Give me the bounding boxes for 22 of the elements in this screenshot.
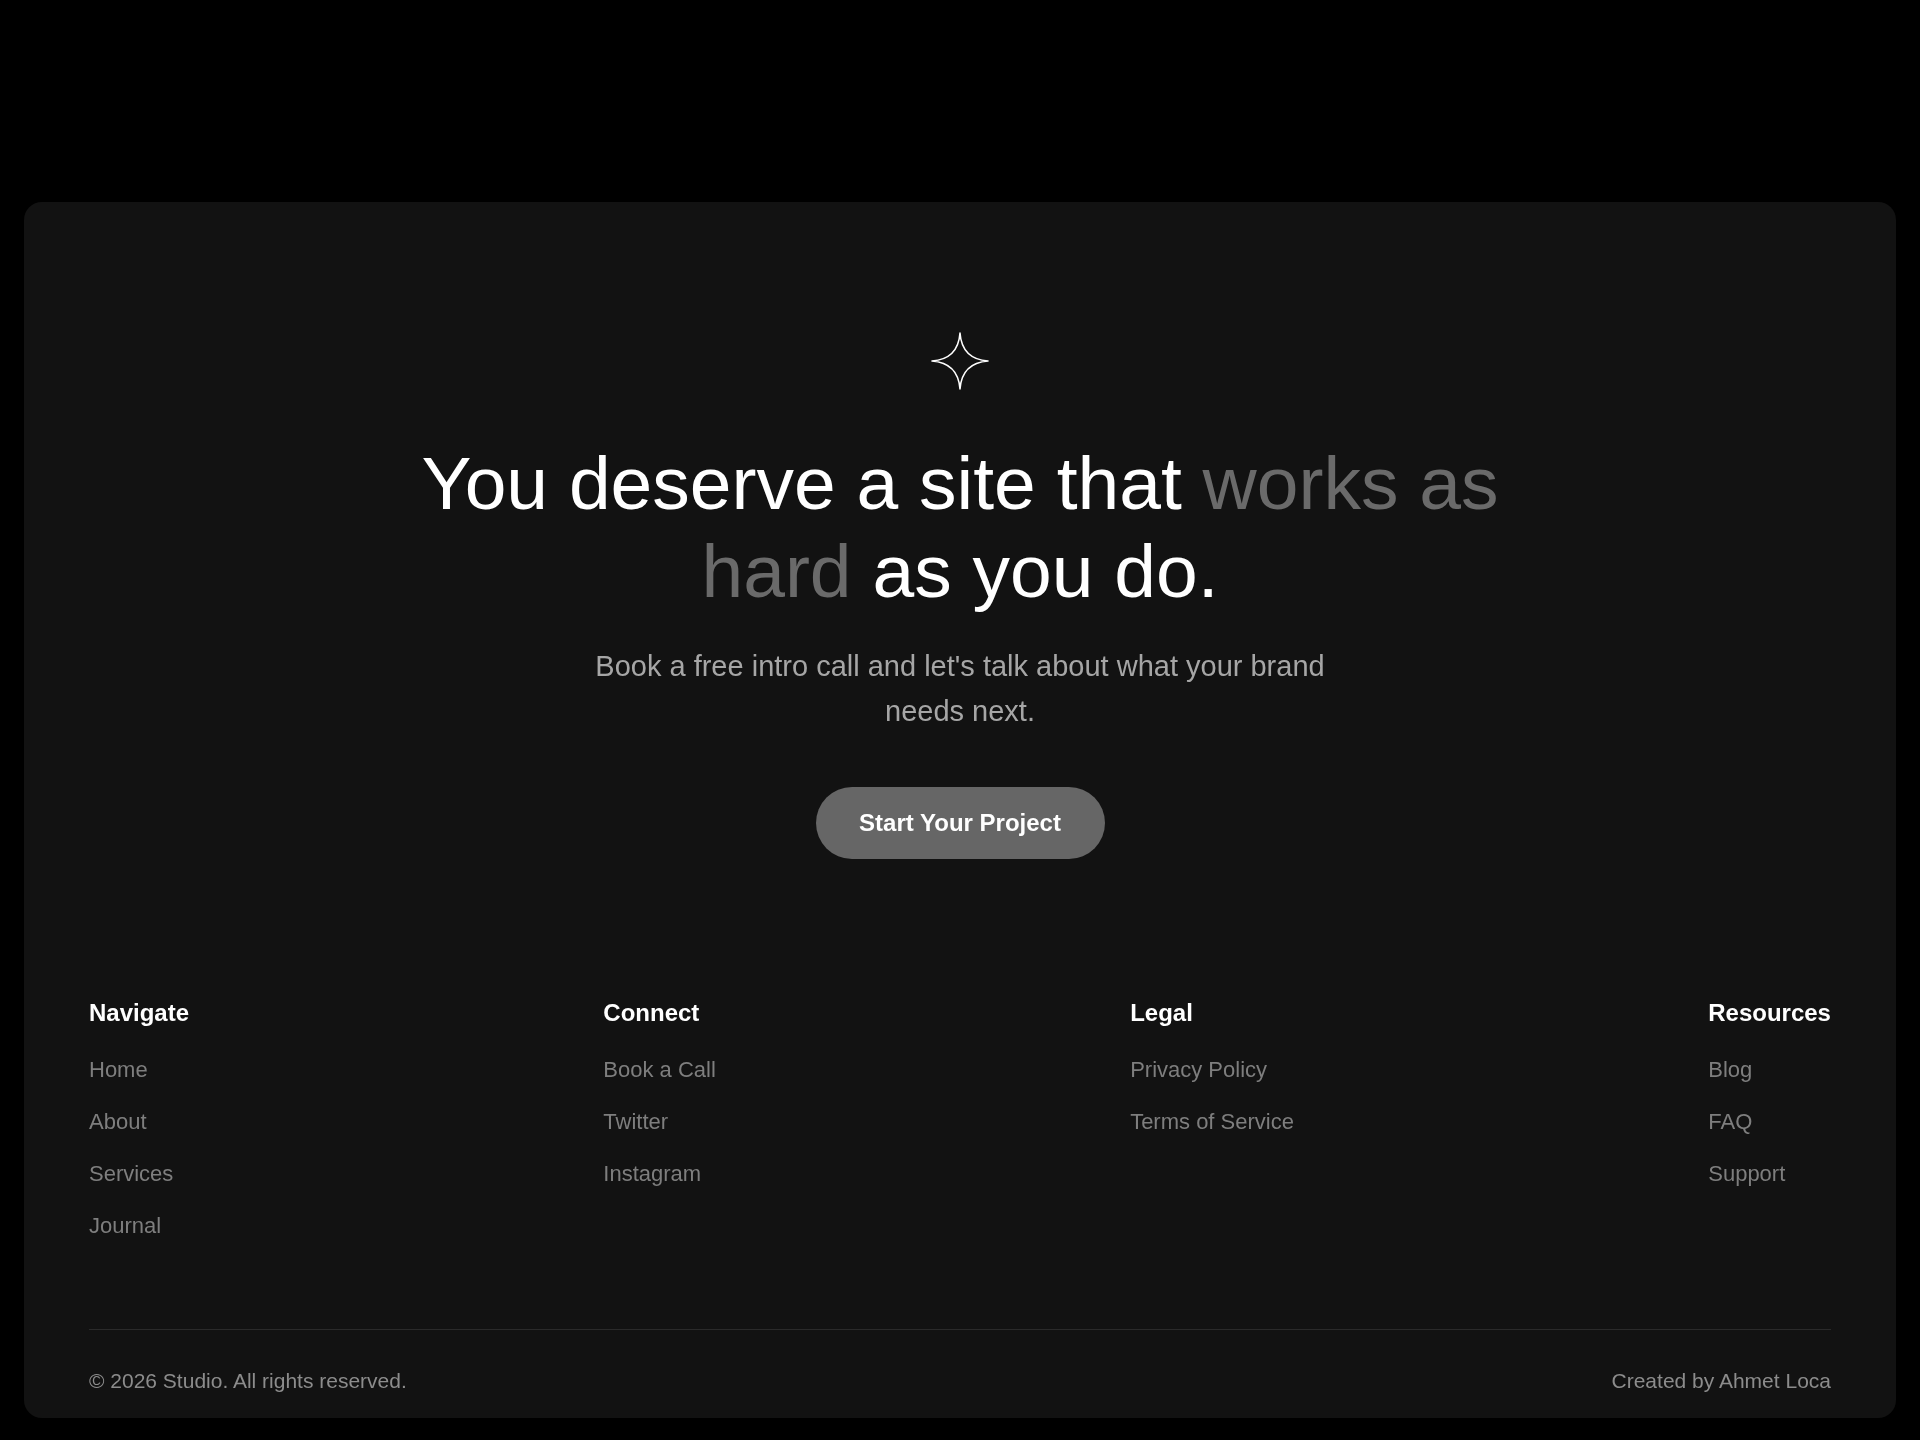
column-heading: Connect (603, 998, 701, 1028)
column-heading: Navigate (89, 998, 190, 1028)
copyright-text: © 2026 Studio. All rights reserved. (89, 1368, 407, 1394)
footer-link[interactable]: Twitter (603, 1107, 669, 1137)
footer-link[interactable]: Services (89, 1159, 174, 1189)
headline: You deserve a site that works as hard as you do. (420, 440, 1500, 615)
footer-link[interactable]: Home (89, 1055, 148, 1085)
footer-link[interactable]: Journal (89, 1211, 162, 1241)
footer-link[interactable]: Privacy Policy (1130, 1055, 1268, 1085)
footer-link[interactable]: FAQ (1708, 1107, 1753, 1137)
footer-link[interactable]: About (89, 1107, 147, 1137)
column-heading: Legal (1130, 998, 1194, 1028)
footer-link[interactable]: Book a Call (603, 1055, 716, 1085)
subtitle: Book a free intro call and let's talk about what your brand needs next. (594, 649, 1326, 729)
footer-link[interactable]: Instagram (603, 1159, 702, 1189)
sparkle-icon (931, 332, 989, 390)
footer-link[interactable]: Terms of Service (1130, 1107, 1294, 1137)
column-heading: Resources (1708, 998, 1831, 1028)
credit-text: Created by Ahmet Loca (1611, 1368, 1831, 1394)
start-project-button[interactable]: Start Your Project (815, 787, 1105, 859)
footer-link[interactable]: Support (1708, 1159, 1786, 1189)
footer-link[interactable]: Blog (1708, 1055, 1753, 1085)
